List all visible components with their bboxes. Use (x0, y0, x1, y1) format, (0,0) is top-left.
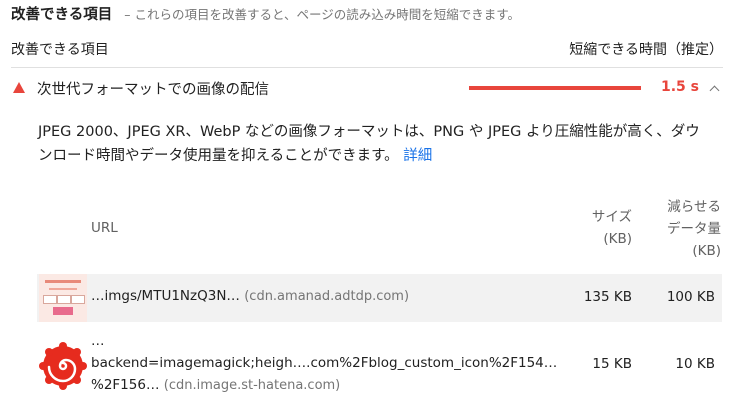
resource-url-host: (cdn.image.st-hatena.com) (163, 378, 341, 393)
audit-description-text: JPEG 2000、JPEG XR、WebP などの画像フォーマットは、PNG … (38, 124, 700, 164)
warning-triangle-icon (13, 82, 25, 93)
resource-url-prefix: … (91, 333, 105, 349)
section-header: 改善できる項目 – これらの項目を改善すると、ページの読み込み時間を短縮できます… (11, 3, 723, 23)
savings-bar (469, 86, 641, 90)
learn-more-link[interactable]: 詳細 (403, 148, 432, 164)
column-header-url: URL (91, 220, 118, 236)
column-header-savings-line2: データ量 (667, 221, 721, 237)
resource-url-path: …imgs/MTU1NzQ3N… (91, 288, 240, 304)
thumbnail-decoration (43, 295, 57, 304)
audit-description: JPEG 2000、JPEG XR、WebP などの画像フォーマットは、PNG … (38, 120, 708, 168)
table-row: …imgs/MTU1NzQ3N… (cdn.amanad.adtdp.com) … (37, 274, 722, 322)
column-label-opportunity: 改善できる項目 (11, 42, 109, 58)
details-table-header: URL サイズ (KB) 減らせる データ量 (KB) (0, 196, 729, 266)
table-row: … backend=imagemagick;heigh….com%2Fblog_… (37, 326, 722, 408)
column-header-size: サイズ (KB) (570, 206, 632, 250)
resource-url-host: (cdn.amanad.adtdp.com) (244, 289, 410, 304)
column-header-savings-line1: 減らせる (667, 199, 721, 215)
column-label-estimated-savings: 短縮できる時間（推定） (569, 42, 723, 58)
thumbnail-decoration (49, 288, 77, 290)
resource-size: 15 KB (592, 356, 632, 372)
thumbnail-decoration (53, 307, 73, 315)
thumbnail-decoration (71, 295, 85, 304)
section-title: 改善できる項目 (11, 7, 113, 23)
savings-bar-fill (469, 86, 641, 90)
header-divider (11, 67, 723, 68)
audit-savings-value: 1.5 s (660, 79, 699, 95)
spiral-logo-thumbnail-icon (39, 342, 87, 390)
resource-size: 135 KB (583, 289, 632, 305)
resource-savings: 10 KB (675, 356, 715, 372)
resource-url[interactable]: … backend=imagemagick;heigh….com%2Fblog_… (91, 330, 561, 397)
thumbnail-decoration (45, 280, 81, 283)
thumbnail-decoration (57, 295, 71, 304)
resource-savings: 100 KB (666, 289, 715, 305)
column-header: 改善できる項目 短縮できる時間（推定） (11, 39, 723, 59)
column-header-size-line2: (KB) (603, 231, 632, 247)
pagespeed-opportunities-panel: 改善できる項目 – これらの項目を改善すると、ページの読み込み時間を短縮できます… (0, 0, 729, 408)
resource-url[interactable]: …imgs/MTU1NzQ3N… (cdn.amanad.adtdp.com) (91, 288, 409, 304)
chevron-up-icon[interactable] (709, 85, 720, 96)
audit-title: 次世代フォーマットでの画像の配信 (37, 82, 269, 98)
banner-thumbnail-icon (39, 274, 87, 322)
column-header-size-line1: サイズ (591, 209, 632, 225)
column-header-savings-line3: (KB) (692, 243, 721, 259)
column-header-savings: 減らせる データ量 (KB) (636, 196, 721, 262)
section-description: – これらの項目を改善すると、ページの読み込み時間を短縮できます。 (124, 7, 520, 22)
audit-row-next-gen-formats[interactable]: 次世代フォーマットでの画像の配信 1.5 s (11, 70, 723, 106)
